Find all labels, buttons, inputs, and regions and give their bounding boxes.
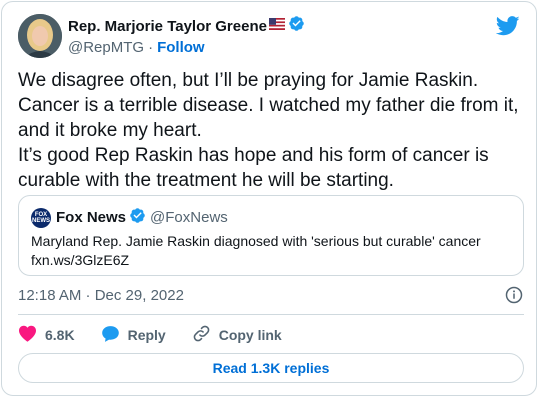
heart-icon — [18, 325, 37, 345]
tweet-text: We disagree often, but I’ll be praying f… — [18, 68, 523, 193]
us-flag-icon — [268, 17, 285, 35]
quoted-link[interactable]: fxn.ws/3GlzE6Z — [31, 251, 481, 270]
author-avatar[interactable] — [18, 14, 62, 58]
author-block: Rep. Marjorie Taylor Greene @RepMTG · Fo… — [68, 16, 305, 57]
separator-dot: · — [148, 38, 154, 56]
like-count: 6.8K — [45, 327, 75, 343]
quoted-text: Maryland Rep. Jamie Raskin diagnosed wit… — [31, 233, 481, 249]
read-replies-button[interactable]: Read 1.3K replies — [18, 353, 524, 383]
copy-link-label: Copy link — [218, 327, 282, 343]
tweet-text-line: It’s good Rep Raskin has hope and his fo… — [18, 145, 489, 166]
verified-badge-icon — [129, 207, 146, 228]
verified-badge-icon — [288, 15, 305, 37]
action-bar: 6.8K Reply Copy link — [18, 324, 308, 346]
follow-button[interactable]: Follow — [157, 39, 205, 56]
copy-link-button[interactable]: Copy link — [192, 324, 282, 346]
tweet-text-line: Cancer is a terrible disease. I watched … — [18, 95, 519, 116]
info-icon[interactable] — [505, 286, 523, 309]
quoted-handle: @FoxNews — [150, 209, 228, 226]
tweet-text-line: curable with the treatment he will be st… — [18, 170, 394, 191]
reply-button[interactable]: Reply — [101, 325, 166, 346]
quoted-display-name: Fox News — [56, 209, 127, 226]
quoted-tweet[interactable]: FOX NEWS Fox News @FoxNews Maryland Rep.… — [18, 195, 524, 276]
tweet-timestamp[interactable]: 12:18 AM · Dec 29, 2022 — [18, 287, 184, 304]
link-icon — [192, 324, 211, 346]
tweet-text-line: and it broke my heart. — [18, 120, 202, 141]
reply-label: Reply — [127, 327, 166, 343]
like-button[interactable]: 6.8K — [18, 325, 75, 345]
divider — [18, 314, 524, 315]
author-handle[interactable]: @RepMTG — [68, 39, 144, 56]
quoted-avatar: FOX NEWS — [31, 207, 51, 228]
tweet-text-line: We disagree often, but I’ll be praying f… — [18, 70, 479, 91]
author-display-name[interactable]: Rep. Marjorie Taylor Greene — [68, 18, 267, 35]
twitter-bird-icon[interactable] — [495, 16, 520, 41]
tweet-card: Rep. Marjorie Taylor Greene @RepMTG · Fo… — [1, 1, 537, 396]
reply-bubble-icon — [101, 325, 120, 346]
